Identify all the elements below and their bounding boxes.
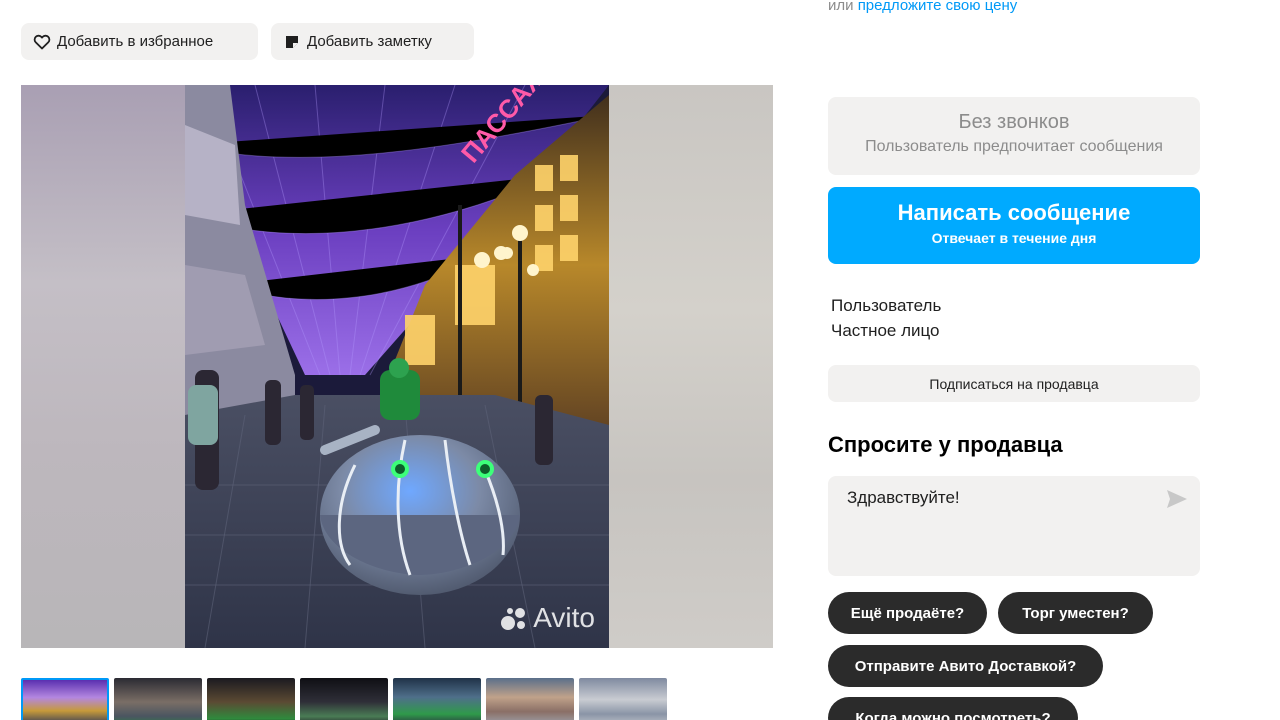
street-scene-illustration: ПАССАЖ xyxy=(185,85,609,648)
add-note-button[interactable]: Добавить заметку xyxy=(271,23,474,60)
write-message-label: Написать сообщение xyxy=(897,200,1131,225)
heart-icon xyxy=(33,33,51,51)
add-note-label: Добавить заметку xyxy=(307,33,432,50)
quick-question-chip[interactable]: Ещё продаёте? xyxy=(828,592,987,634)
message-input[interactable]: Здравствуйте! xyxy=(828,476,1200,576)
write-message-button[interactable]: Написать сообщение Отвечает в течение дн… xyxy=(828,187,1200,264)
main-photo[interactable]: ПАССАЖ Avito xyxy=(185,85,609,648)
avito-watermark-text: Avito xyxy=(533,602,595,633)
quick-question-chip[interactable]: Отправите Авито Доставкой? xyxy=(828,645,1103,687)
thumbnail-item[interactable] xyxy=(207,678,295,720)
thumbnail-item[interactable] xyxy=(114,678,202,720)
no-calls-title: Без звонков xyxy=(958,111,1070,133)
subscribe-seller-button[interactable]: Подписаться на продавца xyxy=(828,365,1200,402)
price-offer-prefix: или xyxy=(828,0,854,14)
main-photo-gallery[interactable]: ПАССАЖ Avito xyxy=(21,85,773,648)
avito-logo-icon xyxy=(501,608,526,630)
subscribe-seller-label: Подписаться на продавца xyxy=(929,375,1099,392)
no-calls-subtitle: Пользователь предпочитает сообщения xyxy=(865,138,1163,155)
ask-seller-title: Спросите у продавца xyxy=(828,432,1063,457)
thumbnail-item[interactable] xyxy=(579,678,667,720)
thumbnail-strip xyxy=(21,678,667,720)
quick-question-chip[interactable]: Когда можно посмотреть? xyxy=(828,697,1078,720)
add-to-favorites-label: Добавить в избранное xyxy=(57,33,214,50)
seller-name[interactable]: Пользователь xyxy=(831,296,941,316)
thumbnail-item[interactable] xyxy=(21,678,109,720)
no-calls-notice: Без звонков Пользователь предпочитает со… xyxy=(828,97,1200,175)
thumbnail-item[interactable] xyxy=(486,678,574,720)
listing-page: или предложите свою цену Добавить в избр… xyxy=(0,0,1280,720)
price-offer-line: или предложите свою цену xyxy=(828,0,1017,14)
avito-watermark: Avito xyxy=(499,602,595,634)
message-input-value: Здравствуйте! xyxy=(847,488,960,507)
response-time-label: Отвечает в течение дня xyxy=(931,230,1097,246)
send-icon[interactable] xyxy=(1166,489,1188,509)
quick-question-chip[interactable]: Торг уместен? xyxy=(998,592,1153,634)
add-to-favorites-button[interactable]: Добавить в избранное xyxy=(21,23,258,60)
seller-type: Частное лицо xyxy=(831,321,940,340)
gallery-blur-right xyxy=(609,85,773,648)
thumbnail-item[interactable] xyxy=(393,678,481,720)
note-icon xyxy=(283,33,301,51)
gallery-blur-left xyxy=(21,85,185,648)
thumbnail-item[interactable] xyxy=(300,678,388,720)
price-offer-link[interactable]: предложите свою цену xyxy=(858,0,1018,14)
